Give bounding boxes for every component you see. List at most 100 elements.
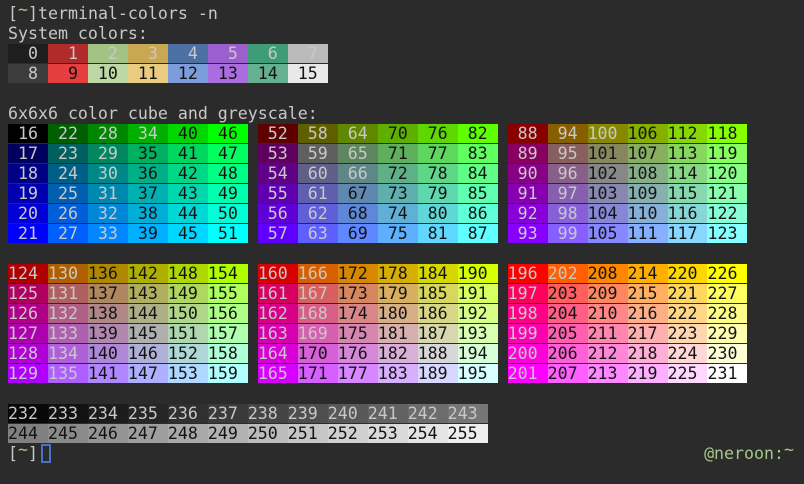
prompt-open-bracket: [ bbox=[8, 4, 18, 23]
color-cell-38: 38 bbox=[128, 204, 168, 223]
color-cell-218: 218 bbox=[628, 344, 668, 363]
color-cell-190: 190 bbox=[458, 264, 498, 283]
color-cell-188: 188 bbox=[418, 344, 458, 363]
color-cell-64: 64 bbox=[338, 124, 378, 143]
color-cell-246: 246 bbox=[88, 424, 128, 443]
color-cell-228: 228 bbox=[707, 304, 747, 323]
color-cell-162: 162 bbox=[258, 304, 298, 323]
color-cell-210: 210 bbox=[588, 304, 628, 323]
color-cell-204: 204 bbox=[548, 304, 588, 323]
color-cell-1: 1 bbox=[48, 44, 88, 63]
color-cell-235: 235 bbox=[128, 404, 168, 423]
color-cell-200: 200 bbox=[508, 344, 548, 363]
system-colors-label: System colors: bbox=[8, 24, 148, 43]
color-cell-125: 125 bbox=[8, 284, 48, 303]
color-cell-28: 28 bbox=[88, 124, 128, 143]
input-line[interactable]: [~]@neroon:~ bbox=[8, 444, 804, 464]
system-colors-grid: 0 1 2 3 4 5 6 7 8 9 10 11 12 13 14 15 bbox=[8, 44, 804, 84]
block-gap bbox=[498, 204, 508, 223]
color-cell-32: 32 bbox=[88, 204, 128, 223]
color-cell-9: 9 bbox=[48, 64, 88, 83]
color-cell-160: 160 bbox=[258, 264, 298, 283]
color-cell-252: 252 bbox=[328, 424, 368, 443]
block-gap bbox=[248, 124, 258, 143]
color-cell-216: 216 bbox=[628, 304, 668, 323]
color-cell-26: 26 bbox=[48, 204, 88, 223]
color-cell-142: 142 bbox=[128, 264, 168, 283]
color-cell-225: 225 bbox=[668, 364, 708, 383]
color-cell-122: 122 bbox=[707, 204, 747, 223]
prompt-tilde: ~ bbox=[18, 440, 28, 459]
color-cell-82: 82 bbox=[458, 124, 498, 143]
block-gap bbox=[498, 224, 508, 243]
color-cell-81: 81 bbox=[418, 224, 458, 243]
color-cell-193: 193 bbox=[458, 324, 498, 343]
blank-line bbox=[8, 84, 804, 104]
cube-group-2-row-6: 129 135 141 147 153 159 165 171 177 183 … bbox=[8, 364, 804, 384]
color-cell-126: 126 bbox=[8, 304, 48, 323]
color-cell-176: 176 bbox=[338, 344, 378, 363]
block-gap bbox=[248, 264, 258, 283]
color-cell-184: 184 bbox=[418, 264, 458, 283]
terminal[interactable]: { "colors": { "background": "#2b2b2b", "… bbox=[0, 0, 804, 484]
color-cell-29: 29 bbox=[88, 144, 128, 163]
color-cell-249: 249 bbox=[208, 424, 248, 443]
color-cell-202: 202 bbox=[548, 264, 588, 283]
color-cell-67: 67 bbox=[338, 184, 378, 203]
color-cell-60: 60 bbox=[298, 164, 338, 183]
cube-group-1-row-1: 16 22 28 34 40 46 52 58 64 70 76 82 88 9… bbox=[8, 124, 804, 144]
color-cell-85: 85 bbox=[458, 184, 498, 203]
color-cell-40: 40 bbox=[168, 124, 208, 143]
color-cell-46: 46 bbox=[208, 124, 248, 143]
color-cell-158: 158 bbox=[208, 344, 248, 363]
color-cell-42: 42 bbox=[168, 164, 208, 183]
color-cell-145: 145 bbox=[128, 324, 168, 343]
color-cell-148: 148 bbox=[168, 264, 208, 283]
color-cell-86: 86 bbox=[458, 204, 498, 223]
color-cell-207: 207 bbox=[548, 364, 588, 383]
color-cell-79: 79 bbox=[418, 184, 458, 203]
cube-group-1-row-4: 19 25 31 37 43 49 55 61 67 73 79 85 91 9… bbox=[8, 184, 804, 204]
color-cell-107: 107 bbox=[628, 144, 668, 163]
color-cell-231: 231 bbox=[707, 364, 747, 383]
color-cell-159: 159 bbox=[208, 364, 248, 383]
color-cell-157: 157 bbox=[208, 324, 248, 343]
color-cell-179: 179 bbox=[378, 284, 418, 303]
color-cell-63: 63 bbox=[298, 224, 338, 243]
prompt-close-bracket: ] bbox=[28, 444, 38, 463]
color-cell-37: 37 bbox=[128, 184, 168, 203]
color-cell-21: 21 bbox=[8, 224, 48, 243]
color-cell-132: 132 bbox=[48, 304, 88, 323]
color-cell-99: 99 bbox=[548, 224, 588, 243]
color-cell-215: 215 bbox=[628, 284, 668, 303]
greyscale-grid: 232 233 234 235 236 237 238 239 240 241 … bbox=[8, 404, 804, 444]
color-cell-170: 170 bbox=[298, 344, 338, 363]
color-cell-163: 163 bbox=[258, 324, 298, 343]
color-cell-16: 16 bbox=[8, 124, 48, 143]
color-cell-7: 7 bbox=[288, 44, 328, 63]
color-cell-222: 222 bbox=[668, 304, 708, 323]
color-cell-167: 167 bbox=[298, 284, 338, 303]
block-gap bbox=[498, 264, 508, 283]
right-prompt-tilde: ~ bbox=[784, 440, 794, 459]
color-cell-91: 91 bbox=[508, 184, 548, 203]
color-cell-254: 254 bbox=[408, 424, 448, 443]
color-cell-129: 129 bbox=[8, 364, 48, 383]
color-cube-blocks-124-231: 124 130 136 142 148 154 160 166 172 178 … bbox=[8, 264, 804, 384]
color-cell-196: 196 bbox=[508, 264, 548, 283]
block-gap bbox=[498, 284, 508, 303]
color-cell-0: 0 bbox=[8, 44, 48, 63]
color-cell-138: 138 bbox=[88, 304, 128, 323]
color-cell-209: 209 bbox=[588, 284, 628, 303]
color-cell-18: 18 bbox=[8, 164, 48, 183]
prompt-close-bracket: ] bbox=[28, 4, 38, 23]
color-cell-74: 74 bbox=[378, 204, 418, 223]
color-cell-131: 131 bbox=[48, 284, 88, 303]
color-cell-245: 245 bbox=[48, 424, 88, 443]
color-cell-253: 253 bbox=[368, 424, 408, 443]
color-cell-169: 169 bbox=[298, 324, 338, 343]
color-cell-123: 123 bbox=[707, 224, 747, 243]
color-cell-114: 114 bbox=[668, 164, 708, 183]
color-cell-128: 128 bbox=[8, 344, 48, 363]
color-cell-113: 113 bbox=[668, 144, 708, 163]
